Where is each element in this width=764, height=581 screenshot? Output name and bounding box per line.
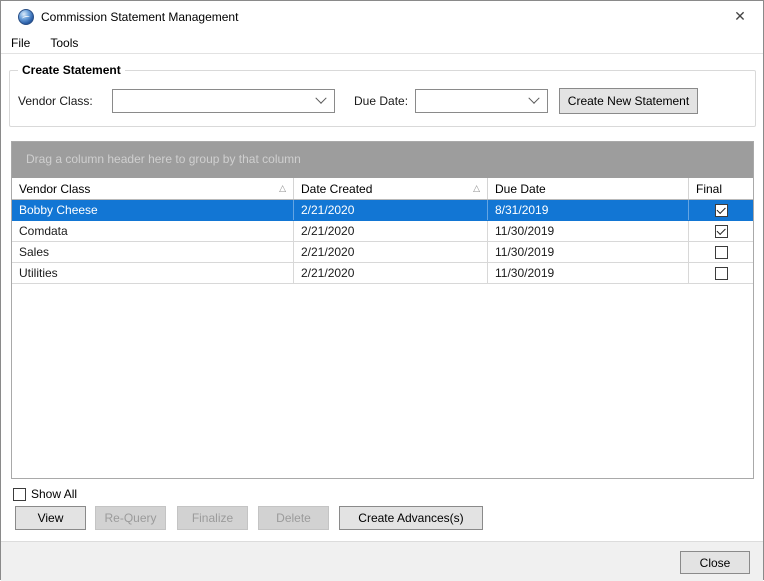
close-button[interactable]: Close bbox=[680, 551, 750, 574]
window-close-button[interactable]: ✕ bbox=[717, 1, 763, 33]
table-row[interactable]: Comdata 2/21/2020 11/30/2019 bbox=[12, 221, 753, 242]
window-title: Commission Statement Management bbox=[41, 1, 238, 33]
sort-ascending-icon: △ bbox=[279, 184, 293, 194]
cell-due-date: 11/30/2019 bbox=[488, 263, 689, 283]
cell-vendor-class: Comdata bbox=[12, 221, 294, 241]
sort-ascending-icon: △ bbox=[473, 184, 487, 194]
cell-vendor-class: Bobby Cheese bbox=[12, 200, 294, 220]
cell-date-created: 2/21/2020 bbox=[294, 263, 488, 283]
grid-header-row: Vendor Class △ Date Created △ Due Date F… bbox=[12, 178, 753, 200]
group-by-drop-zone[interactable]: Drag a column header here to group by th… bbox=[12, 142, 753, 178]
cell-due-date: 8/31/2019 bbox=[488, 200, 689, 220]
groupbox-title: Create Statement bbox=[18, 63, 125, 77]
menu-bar: File Tools bbox=[1, 33, 763, 54]
view-button[interactable]: View bbox=[15, 506, 86, 530]
cell-due-date: 11/30/2019 bbox=[488, 221, 689, 241]
create-statement-groupbox: Create Statement Vendor Class: Due Date:… bbox=[9, 70, 756, 127]
chevron-down-icon bbox=[315, 93, 326, 104]
table-row[interactable]: Sales 2/21/2020 11/30/2019 bbox=[12, 242, 753, 263]
final-checkbox[interactable] bbox=[715, 267, 728, 280]
delete-button[interactable]: Delete bbox=[258, 506, 329, 530]
vendor-class-label: Vendor Class: bbox=[18, 89, 93, 113]
cell-final bbox=[689, 263, 753, 283]
grid-empty-area bbox=[12, 284, 753, 478]
column-header-date-created[interactable]: Date Created △ bbox=[294, 178, 488, 199]
final-checkbox[interactable] bbox=[715, 204, 728, 217]
table-row[interactable]: Utilities 2/21/2020 11/30/2019 bbox=[12, 263, 753, 284]
cell-vendor-class: Sales bbox=[12, 242, 294, 262]
close-icon: ✕ bbox=[734, 9, 746, 25]
column-header-vendor-class[interactable]: Vendor Class △ bbox=[12, 178, 294, 199]
column-header-final[interactable]: Final bbox=[689, 178, 753, 199]
show-all-control: Show All bbox=[13, 487, 77, 501]
menu-file[interactable]: File bbox=[1, 33, 40, 54]
create-new-statement-button[interactable]: Create New Statement bbox=[559, 88, 698, 114]
bottom-bar: Close bbox=[1, 541, 763, 581]
final-checkbox[interactable] bbox=[715, 246, 728, 259]
final-checkbox[interactable] bbox=[715, 225, 728, 238]
create-advances-button[interactable]: Create Advances(s) bbox=[339, 506, 483, 530]
table-row[interactable]: Bobby Cheese 2/21/2020 8/31/2019 bbox=[12, 200, 753, 221]
due-date-combobox[interactable] bbox=[415, 89, 548, 113]
cell-final bbox=[689, 200, 753, 220]
finalize-button[interactable]: Finalize bbox=[177, 506, 248, 530]
show-all-checkbox[interactable] bbox=[13, 488, 26, 501]
cell-due-date: 11/30/2019 bbox=[488, 242, 689, 262]
due-date-label: Due Date: bbox=[354, 89, 408, 113]
column-header-due-date[interactable]: Due Date bbox=[488, 178, 689, 199]
cell-vendor-class: Utilities bbox=[12, 263, 294, 283]
cell-date-created: 2/21/2020 bbox=[294, 221, 488, 241]
menu-tools[interactable]: Tools bbox=[40, 33, 88, 54]
title-bar: Commission Statement Management ✕ bbox=[1, 1, 763, 33]
statements-grid: Drag a column header here to group by th… bbox=[11, 141, 754, 479]
re-query-button[interactable]: Re-Query bbox=[95, 506, 166, 530]
chevron-down-icon bbox=[528, 93, 539, 104]
app-icon bbox=[18, 9, 34, 25]
vendor-class-combobox[interactable] bbox=[112, 89, 335, 113]
cell-final bbox=[689, 242, 753, 262]
commission-statement-management-window: { "window": { "title": "Commission State… bbox=[0, 0, 764, 580]
cell-date-created: 2/21/2020 bbox=[294, 200, 488, 220]
show-all-label: Show All bbox=[31, 487, 77, 501]
cell-final bbox=[689, 221, 753, 241]
cell-date-created: 2/21/2020 bbox=[294, 242, 488, 262]
